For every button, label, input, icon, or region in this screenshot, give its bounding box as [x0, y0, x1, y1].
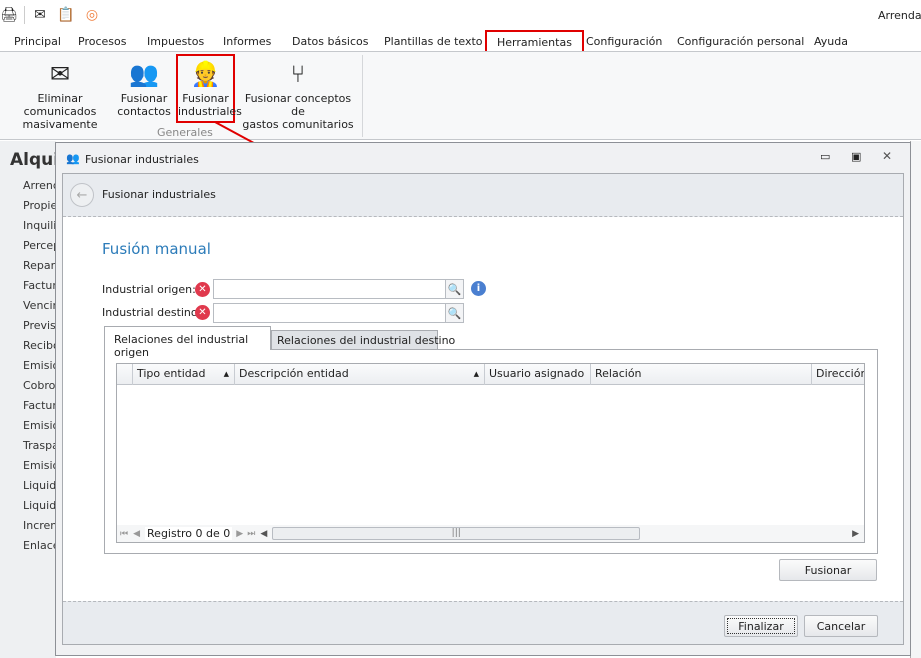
- info-icon[interactable]: i: [471, 281, 486, 296]
- dest-search-button[interactable]: 🔍: [445, 303, 464, 323]
- workers-icon: 👷: [190, 59, 221, 88]
- contacts-icon: 👥: [129, 59, 159, 88]
- merge-industrials-dialog: 👥 Fusionar industriales ▭ ▣ ✕ ← Fusionar…: [55, 142, 911, 656]
- delete-messages-button[interactable]: ✉ Eliminar comunicados masivamente: [6, 56, 114, 132]
- section-title: Fusión manual: [102, 240, 211, 258]
- dialog-title: Fusionar industriales: [85, 153, 199, 166]
- dest-input[interactable]: [213, 303, 446, 323]
- column-tipo-entidad[interactable]: Tipo entidad ▲: [133, 364, 235, 385]
- column-usuario[interactable]: Usuario asignado: [485, 364, 591, 385]
- error-icon: ✕: [195, 305, 210, 320]
- row-indicator-header: [117, 364, 133, 385]
- tab-dest-relations[interactable]: Relaciones del industrial destino: [271, 330, 455, 350]
- broadcast-icon[interactable]: ◎: [83, 6, 101, 24]
- origin-label: Industrial origen:: [102, 283, 196, 296]
- column-relacion[interactable]: Relación: [591, 364, 812, 385]
- finish-button[interactable]: Finalizar: [724, 615, 798, 637]
- last-record-icon[interactable]: ⏭: [247, 529, 255, 539]
- origin-input[interactable]: [213, 279, 446, 299]
- tab-procesos[interactable]: Procesos: [78, 35, 126, 48]
- cancel-button[interactable]: Cancelar: [804, 615, 878, 637]
- group-separator: [362, 55, 363, 137]
- grid-navigator: ⏮ ◀ Registro 0 de 0 ▶ ⏭ ◀ ||| ▶: [117, 525, 864, 542]
- tab-informes[interactable]: Informes: [223, 35, 271, 48]
- tab-principal[interactable]: Principal: [14, 35, 61, 48]
- relations-grid: Tipo entidad ▲ Descripción entidad ▲ Usuar…: [116, 363, 865, 543]
- column-descripcion[interactable]: Descripción entidad ▲: [235, 364, 485, 385]
- tab-ayuda[interactable]: Ayuda: [814, 35, 848, 48]
- grid-header: Tipo entidad ▲ Descripción entidad ▲ Usuar…: [117, 364, 864, 385]
- clipboard-icon[interactable]: 📋: [57, 6, 75, 24]
- background-grid: [910, 141, 921, 658]
- tab-impuestos[interactable]: Impuestos: [147, 35, 204, 48]
- sidebar-item[interactable]: Previsi: [23, 319, 59, 332]
- mail-icon[interactable]: ✉: [31, 6, 49, 24]
- dest-label: Industrial destino:: [102, 306, 202, 319]
- error-icon: ✕: [195, 282, 210, 297]
- wizard-panel: ← Fusionar industriales Fusión manual In…: [62, 173, 904, 645]
- minimize-button[interactable]: ▭: [820, 150, 832, 163]
- back-button[interactable]: ←: [70, 183, 94, 207]
- sidebar-item[interactable]: Traspa: [23, 439, 59, 452]
- record-counter: Registro 0 de 0: [145, 527, 233, 540]
- scroll-right-icon[interactable]: ▶: [852, 529, 859, 539]
- horizontal-scrollbar-thumb[interactable]: |||: [272, 527, 641, 540]
- wizard-header: ← Fusionar industriales: [63, 174, 903, 217]
- tab-configuracion[interactable]: Configuración: [586, 35, 662, 48]
- prev-record-icon[interactable]: ◀: [133, 529, 140, 539]
- next-record-icon[interactable]: ▶: [236, 529, 243, 539]
- sort-asc-icon: ▲: [223, 370, 229, 378]
- merge-contacts-button[interactable]: 👥 Fusionar contactos: [117, 56, 171, 119]
- tab-configuracion-personal[interactable]: Configuración personal: [677, 35, 804, 48]
- app-icon[interactable]: 🖨: [0, 6, 18, 24]
- tab-panel: Tipo entidad ▲ Descripción entidad ▲ Usuar…: [104, 349, 878, 554]
- column-direccion[interactable]: Dirección: [812, 364, 864, 385]
- user-label: Arrendad: [878, 9, 921, 22]
- merge-tree-icon: ⑂: [290, 59, 306, 88]
- scroll-left-icon[interactable]: ◀: [260, 529, 267, 539]
- merge-button[interactable]: Fusionar: [779, 559, 877, 581]
- dialog-icon: 👥: [66, 152, 80, 165]
- merge-industrials-button[interactable]: 👷 Fusionar industriales: [176, 54, 242, 123]
- envelope-broom-icon: ✉: [49, 59, 71, 88]
- wizard-footer: Finalizar Cancelar: [63, 601, 903, 644]
- tab-origin-relations[interactable]: Relaciones del industrial origen: [104, 326, 271, 359]
- sort-asc-icon: ▲: [473, 370, 479, 378]
- sidebar-item[interactable]: Repart: [23, 259, 59, 272]
- close-button[interactable]: ✕: [882, 149, 892, 163]
- restore-button[interactable]: ▣: [851, 150, 861, 163]
- origin-search-button[interactable]: 🔍: [445, 279, 464, 299]
- wizard-header-title: Fusionar industriales: [102, 188, 216, 201]
- first-record-icon[interactable]: ⏮: [120, 529, 128, 539]
- tab-plantillas[interactable]: Plantillas de texto: [384, 35, 483, 48]
- tab-datos-basicos[interactable]: Datos básicos: [292, 35, 369, 48]
- divider: [24, 6, 25, 24]
